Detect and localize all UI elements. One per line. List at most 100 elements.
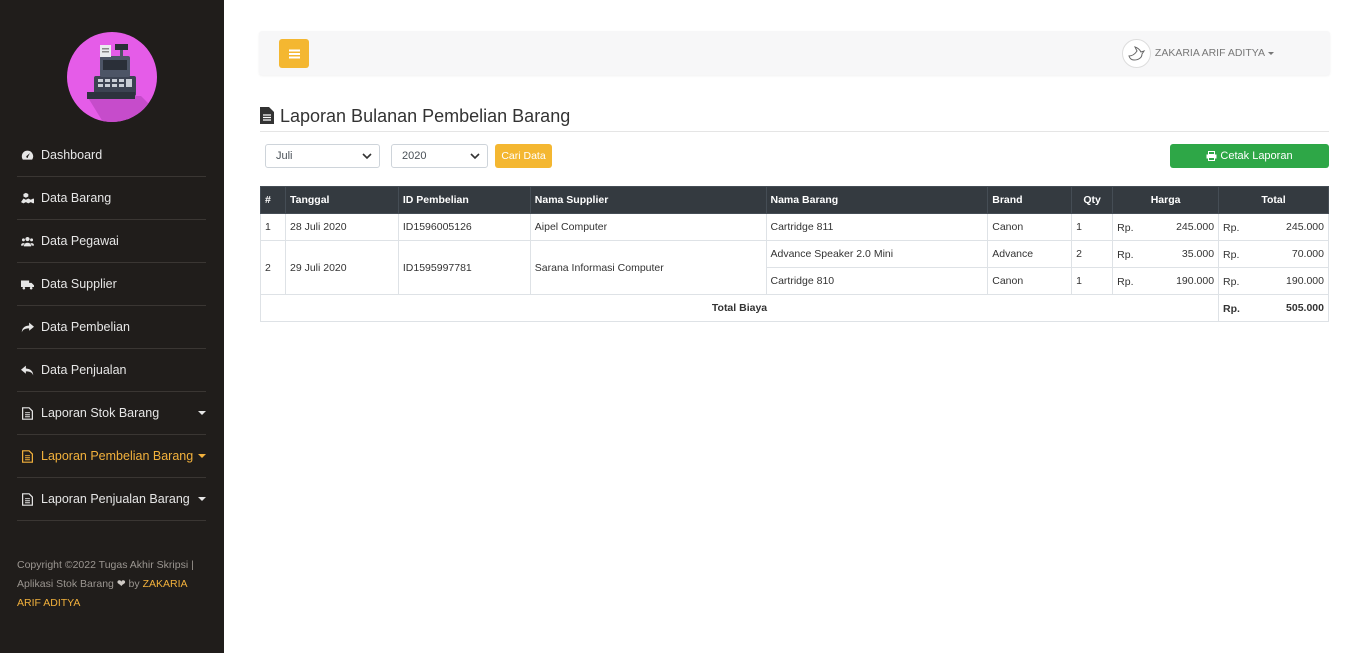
column-header: Nama Barang: [765, 186, 989, 214]
user-menu[interactable]: ZAKARIA ARIF ADITYA: [1121, 38, 1274, 68]
print-button-label: Cetak Laporan: [1220, 150, 1293, 162]
month-select[interactable]: Juli: [265, 144, 380, 168]
cell-harga: Rp. 245.000: [1112, 213, 1220, 241]
currency-label: Rp.: [1223, 276, 1240, 288]
cell-total: Rp. 70.000: [1218, 240, 1329, 268]
cell-qty: 2: [1071, 240, 1114, 268]
footer-app-line: Aplikasi Stok Barang ❤ by ZAKARIA ARIF A…: [17, 575, 207, 613]
harga-value: 190.000: [1176, 275, 1215, 287]
file-text-icon: [20, 406, 34, 420]
top-navbar: ZAKARIA ARIF ADITYA: [259, 31, 1330, 75]
cubes-icon: [20, 191, 34, 205]
cell-id-pembelian: ID1595997781: [397, 240, 531, 295]
caret-down-icon: [198, 497, 206, 501]
table-total-row: Total Biaya Rp. 505.000: [259, 294, 1329, 322]
sidebar-item-laporan-pembelian-barang[interactable]: Laporan Pembelian Barang: [17, 435, 206, 478]
year-select[interactable]: 2020: [391, 144, 488, 168]
avatar: [1121, 38, 1151, 68]
cell-no: 1: [260, 213, 286, 241]
column-header: Harga: [1112, 186, 1220, 214]
cell-qty: 1: [1071, 213, 1114, 241]
total-value: 70.000: [1291, 248, 1324, 260]
purchase-report-table: # Tanggal ID Pembelian Nama Supplier Nam…: [259, 186, 1329, 322]
cell-harga: Rp. 190.000: [1112, 267, 1220, 295]
cell-brand: Canon: [987, 267, 1073, 295]
sidebar-toggle-button[interactable]: [279, 39, 309, 68]
column-header: Nama Supplier: [529, 186, 767, 214]
file-text-icon: [20, 449, 34, 463]
cell-no: 2: [260, 240, 286, 295]
chevron-down-icon: [362, 153, 372, 160]
sidebar-item-label: Data Penjualan: [41, 363, 127, 377]
sidebar-item-label: Data Supplier: [41, 277, 117, 291]
month-select-value: Juli: [276, 150, 293, 162]
print-icon: [1206, 151, 1217, 161]
currency-label: Rp.: [1117, 249, 1134, 261]
cell-total: Rp. 245.000: [1218, 213, 1329, 241]
caret-down-icon: [198, 454, 206, 458]
column-header: Qty: [1071, 186, 1114, 214]
sidebar-item-label: Data Pegawai: [41, 234, 119, 248]
dove-icon: [1128, 46, 1146, 61]
currency-label: Rp.: [1223, 303, 1240, 315]
sidebar: Dashboard Data Barang Data Pegawai Data …: [0, 0, 224, 653]
chevron-down-icon: [470, 153, 480, 160]
print-report-button[interactable]: Cetak Laporan: [1170, 144, 1329, 168]
cell-harga: Rp. 35.000: [1112, 240, 1220, 268]
total-biaya-value: 505.000: [1286, 302, 1324, 314]
sidebar-item-label: Data Barang: [41, 191, 112, 205]
sidebar-item-data-pegawai[interactable]: Data Pegawai: [17, 220, 206, 263]
share-icon: [20, 320, 34, 334]
cell-total: Rp. 190.000: [1218, 267, 1329, 295]
sidebar-item-label: Data Pembelian: [41, 320, 130, 334]
total-value: 245.000: [1286, 221, 1324, 233]
heart-icon: ❤: [116, 578, 126, 590]
cell-supplier: Sarana Informasi Computer: [529, 240, 767, 295]
caret-down-icon: [1268, 51, 1274, 55]
column-header: ID Pembelian: [397, 186, 531, 214]
column-header: Total: [1218, 186, 1329, 214]
total-biaya-cell: Rp. 505.000: [1218, 294, 1329, 322]
sidebar-footer: Copyright ©2022 Tugas Akhir Skripsi | Ap…: [17, 556, 207, 613]
sidebar-item-data-penjualan[interactable]: Data Penjualan: [17, 349, 206, 392]
column-header: Brand: [987, 186, 1073, 214]
footer-by: by: [125, 578, 143, 590]
cell-tanggal: 28 Juli 2020: [284, 213, 399, 241]
sidebar-item-laporan-stok-barang[interactable]: Laporan Stok Barang: [17, 392, 206, 435]
file-icon: [260, 107, 274, 124]
hamburger-icon: [288, 49, 300, 58]
currency-label: Rp.: [1117, 222, 1134, 234]
sidebar-nav: Dashboard Data Barang Data Pegawai Data …: [17, 134, 206, 521]
column-header: Tanggal: [284, 186, 399, 214]
sidebar-item-data-pembelian[interactable]: Data Pembelian: [17, 306, 206, 349]
cell-id-pembelian: ID1596005126: [397, 213, 531, 241]
cell-brand: Advance: [987, 240, 1073, 268]
harga-value: 245.000: [1176, 221, 1215, 233]
cell-supplier: Aipel Computer: [529, 213, 767, 241]
total-value: 190.000: [1286, 275, 1324, 287]
sidebar-item-data-barang[interactable]: Data Barang: [17, 177, 206, 220]
sidebar-item-label: Laporan Pembelian Barang: [41, 449, 194, 463]
cell-nama-barang: Cartridge 811: [765, 213, 989, 241]
sidebar-item-data-supplier[interactable]: Data Supplier: [17, 263, 206, 306]
currency-label: Rp.: [1223, 249, 1240, 261]
cell-nama-barang: Advance Speaker 2.0 Mini: [765, 240, 989, 268]
table-header-row: # Tanggal ID Pembelian Nama Supplier Nam…: [260, 186, 1329, 214]
reply-icon: [20, 363, 34, 377]
page-title-text: Laporan Bulanan Pembelian Barang: [280, 106, 571, 126]
sidebar-item-dashboard[interactable]: Dashboard: [17, 134, 206, 177]
cash-register-logo: [67, 32, 157, 122]
sidebar-item-laporan-penjualan-barang[interactable]: Laporan Penjualan Barang: [17, 478, 206, 521]
harga-value: 35.000: [1181, 248, 1215, 260]
search-button[interactable]: Cari Data: [495, 144, 552, 168]
sidebar-item-label: Laporan Stok Barang: [41, 406, 160, 420]
caret-down-icon: [198, 411, 206, 415]
cell-tanggal: 29 Juli 2020: [284, 240, 399, 295]
user-name: ZAKARIA ARIF ADITYA: [1154, 47, 1265, 59]
page-title: Laporan Bulanan Pembelian Barang: [260, 106, 1329, 132]
filter-bar: Juli 2020 Cari Data: [265, 144, 552, 168]
sidebar-item-label: Dashboard: [41, 148, 103, 162]
total-biaya-label: Total Biaya: [259, 294, 1220, 322]
footer-copyright: Copyright ©2022 Tugas Akhir Skripsi |: [17, 559, 194, 571]
table-row: 2 29 Juli 2020 ID1595997781 Sarana Infor…: [260, 240, 1329, 295]
